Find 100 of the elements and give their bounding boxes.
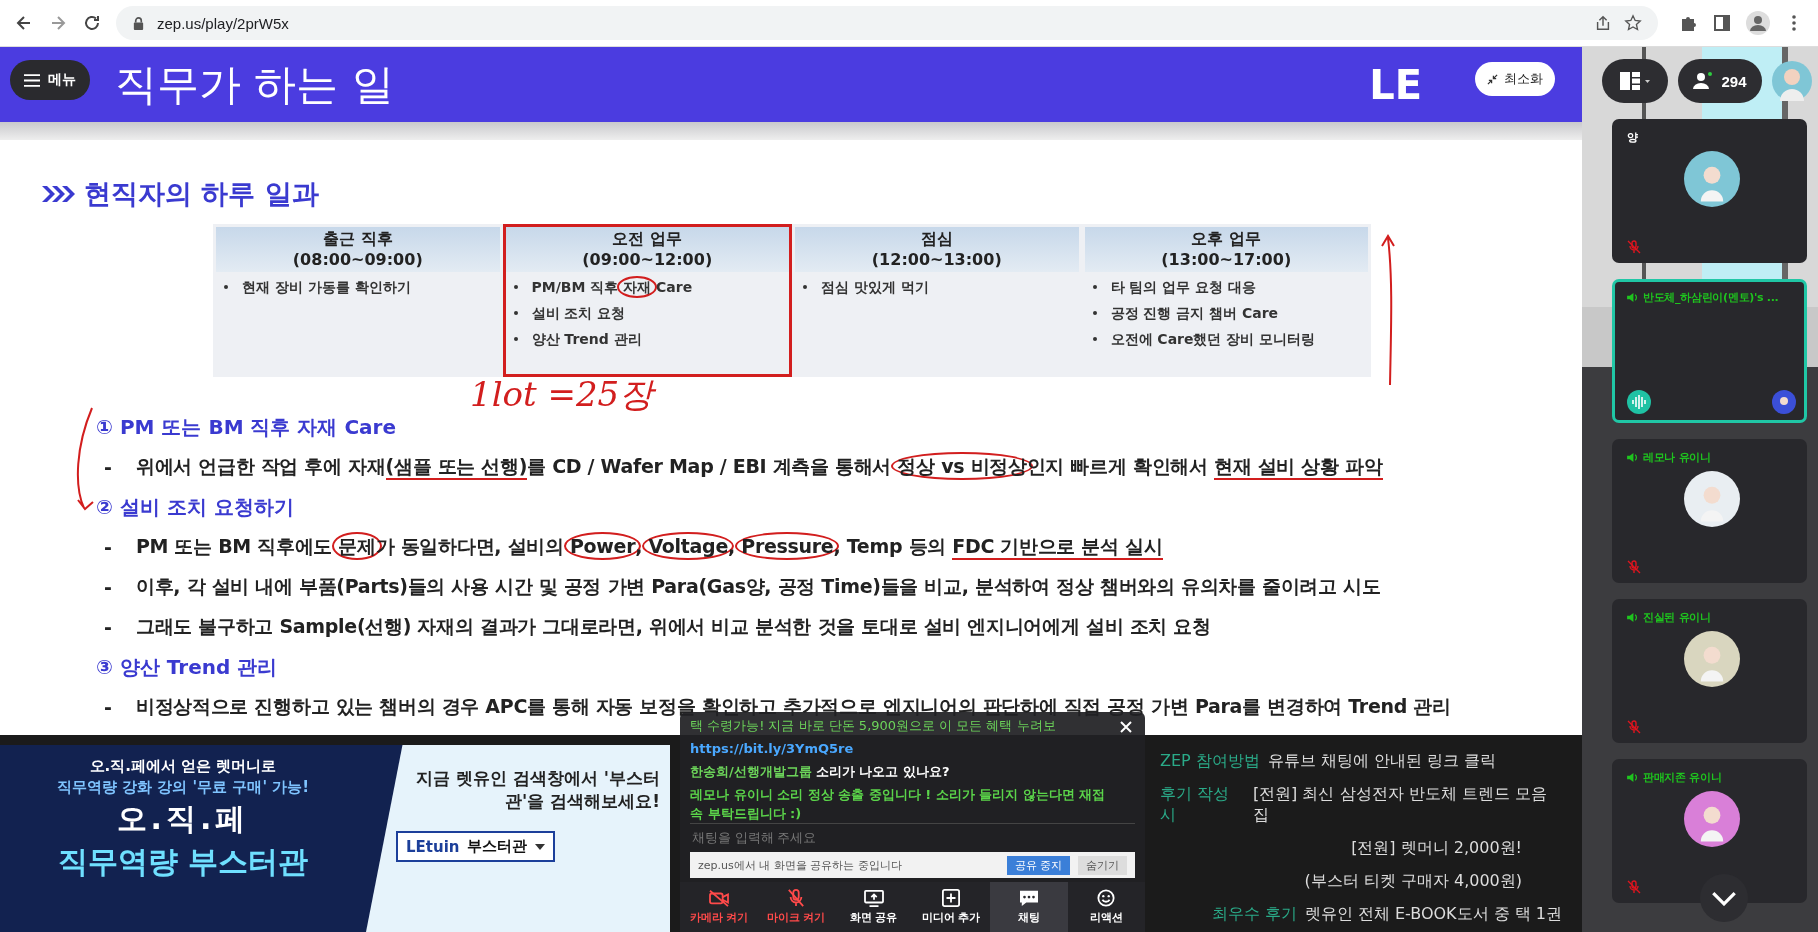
toolbar-button[interactable]: 리액션 xyxy=(1067,882,1145,932)
layout-icon xyxy=(1620,72,1650,90)
bullet-icon xyxy=(224,285,228,289)
participants-button[interactable]: 294 xyxy=(1678,59,1762,103)
bullet-text: 이후, 각 설비 내에 부품(Parts)들의 사용 시간 및 공정 가변 Para(Gas양, 공정 Time)들을 비교, 분석하여 정상 챔버와의 유의차를 줄이려고 시도 xyxy=(135,574,1381,599)
task-item: 점심 맛있게 먹기 xyxy=(821,278,929,297)
address-bar[interactable]: zep.us/play/2prW5x xyxy=(116,6,1658,40)
period-label: 점심 xyxy=(920,229,953,250)
banner-text: 지금 렛유인 검색창에서 '부스터관'을 검색해보세요! xyxy=(415,767,660,813)
bullet-icon xyxy=(1092,311,1097,315)
chat-icon xyxy=(1017,889,1040,907)
bullet-icon xyxy=(1092,337,1097,341)
banner-text: 직무역량 강화 강의 '무료 구매' 가능! xyxy=(56,778,310,797)
video-tile[interactable]: 양 xyxy=(1612,119,1807,263)
task-item: 현재 장비 가동를 확인하기 xyxy=(242,278,411,297)
notice-text: zep.us에서 내 화면을 공유하는 중입니다 xyxy=(698,857,903,873)
toolbar-button[interactable]: 채팅 xyxy=(990,882,1068,932)
notice-label: 최우수 후기 xyxy=(1211,904,1297,925)
collapse-icon xyxy=(1487,73,1498,85)
topic-title: ② 설비 조치 요청하기 xyxy=(96,494,294,521)
bullet-icon xyxy=(513,285,518,289)
logo: LEtuin xyxy=(406,837,460,856)
time-range: (08:00~09:00) xyxy=(292,250,423,269)
bullet-dash: - xyxy=(104,696,112,718)
period-label: 오전 업무 xyxy=(612,229,683,250)
participant-name: 진실된 유이니 xyxy=(1643,610,1711,625)
topic-title: ③ 양산 Trend 관리 xyxy=(96,654,278,681)
side-panel-icon[interactable] xyxy=(1712,13,1732,33)
url-text: zep.us/play/2prW5x xyxy=(157,14,290,32)
menu-icon xyxy=(24,73,40,87)
bullet-dash: - xyxy=(104,616,112,638)
voice-activity-icon xyxy=(1627,390,1651,414)
time-range: (13:00~17:00) xyxy=(1161,250,1292,269)
notice-text: 유튜브 채팅에 안내된 링크 클릭 xyxy=(1267,751,1497,772)
notice-text: (부스터 티켓 구매자 4,000원) xyxy=(1304,871,1522,892)
logo: LE xyxy=(1369,61,1422,108)
task-item: PM/BM 직후 자재 Care xyxy=(531,277,693,297)
task-item: 오전에 Care했던 장비 모니터링 xyxy=(1110,330,1316,349)
section-heading: 현직자의 하루 일과 xyxy=(84,177,319,211)
bullet-icon xyxy=(513,337,518,341)
hide-button[interactable]: 숨기기 xyxy=(1078,855,1127,875)
lock-icon xyxy=(132,15,145,31)
banner-title: 직무역량 부스터관 xyxy=(57,843,309,881)
video-tile[interactable]: 레모나 유이니 xyxy=(1612,439,1807,583)
participant-name: 레모나 유이니 xyxy=(1643,450,1711,465)
time-range: (09:00~12:00) xyxy=(582,250,713,269)
participant-name: 판매지존 유이니 xyxy=(1643,770,1722,785)
person-icon xyxy=(1693,72,1714,90)
video-tile[interactable]: 진실된 유이니 xyxy=(1612,599,1807,743)
add-media-icon xyxy=(940,889,963,907)
task-item: 양산 Trend 관리 xyxy=(531,330,642,349)
toolbar-button[interactable]: 카메라 켜기 xyxy=(680,882,758,932)
chat-input[interactable]: 채팅을 입력해 주세요 xyxy=(690,823,1135,850)
bullet-dash: - xyxy=(104,576,112,598)
chevrons-icon xyxy=(40,184,76,204)
toolbar-button[interactable]: 화면 공유 xyxy=(835,882,913,932)
notice-label: 후기 작성시 xyxy=(1160,784,1231,826)
screen-share-icon xyxy=(862,889,885,907)
minimize-button[interactable]: 최소화 xyxy=(1475,62,1555,96)
star-icon[interactable] xyxy=(1624,14,1642,32)
bullet-icon xyxy=(803,285,807,289)
bullet-icon xyxy=(1092,285,1097,289)
chevron-down-icon xyxy=(1711,890,1737,906)
share-icon[interactable] xyxy=(1594,14,1612,32)
topic-title: ① PM 또는 BM 직후 자재 Care xyxy=(96,414,397,441)
profile-icon[interactable] xyxy=(1746,11,1770,35)
menu-button[interactable]: 메뉴 xyxy=(10,60,90,100)
slide-title: 직무가 하는 일 xyxy=(115,58,394,111)
bullet-dash: - xyxy=(104,456,112,478)
task-item: 타 팀의 업무 요청 대응 xyxy=(1110,278,1256,297)
bullet-dash: - xyxy=(104,536,112,558)
banner-title: 오.직.페 xyxy=(116,800,250,838)
task-item: 공정 진행 금지 챔버 Care xyxy=(1110,304,1279,323)
notice-label: ZEP 참여방법 xyxy=(1160,751,1260,772)
toolbar-button[interactable]: 미디어 추가 xyxy=(912,882,990,932)
chat-message: 레모나 유이니 소리 정상 송출 중입니다 ! 소리가 들리지 않는다면 재접속 부탁드립니다 :) xyxy=(690,786,1107,823)
video-tile[interactable]: 판매지존 유이니 xyxy=(1612,759,1807,903)
bullet-icon xyxy=(513,311,518,315)
time-range: (12:00~13:00) xyxy=(871,250,1002,269)
notice-text: [전원] 최신 삼성전자 반도체 트렌드 모음집 xyxy=(1252,784,1548,826)
notice-text: [전원] 렛머니 2,000원! xyxy=(1351,838,1522,859)
notice-text: 렛유인 전체 E-BOOK도서 중 택 1권 xyxy=(1304,904,1562,925)
chat-link[interactable]: https://bit.ly/3YmQ5re xyxy=(690,739,854,758)
bullet-text: 그래도 불구하고 Sample(선행) 자재의 결과가 그대로라면, 위에서 비교 분석한 것을 토대로 설비 엔지니어에게 설비 조치 요청 xyxy=(135,614,1211,639)
banner-text: 오.직.페에서 얻은 렛머니로 xyxy=(89,757,277,776)
reload-icon[interactable] xyxy=(82,13,102,33)
chat-message: 소리가 나오고 있나요? xyxy=(815,764,950,779)
chat-author: 한송희/선행개발그룹 xyxy=(690,764,812,779)
period-label: 오후 업무 xyxy=(1191,229,1262,250)
participant-name: 반도체_하삼린이(멘토)'s ... xyxy=(1643,290,1779,305)
search-text: 부스터관 xyxy=(467,837,528,856)
camera-off-icon xyxy=(707,889,730,907)
task-item: 설비 조치 요청 xyxy=(531,304,626,323)
caret-icon xyxy=(535,843,546,850)
video-tile[interactable]: 반도체_하삼린이(멘토)'s ... xyxy=(1612,279,1807,423)
period-label: 출근 직후 xyxy=(322,229,393,250)
bullet-text: 비정상적으로 진행하고 있는 챔버의 경우 APC를 통해 자동 보정을 확인하고 추가적으로 엔지니어의 판단하에 직접 공정 가변 Para를 변경하여 Trend 관리 xyxy=(135,694,1451,719)
toolbar-button[interactable]: 마이크 켜기 xyxy=(757,882,835,932)
chat-message: 택 수령가능! 지금 바로 단돈 5,900원으로 이 모든 혜택 누려보 xyxy=(690,717,1056,735)
stop-sharing-button[interactable]: 공유 중지 xyxy=(1006,855,1070,875)
